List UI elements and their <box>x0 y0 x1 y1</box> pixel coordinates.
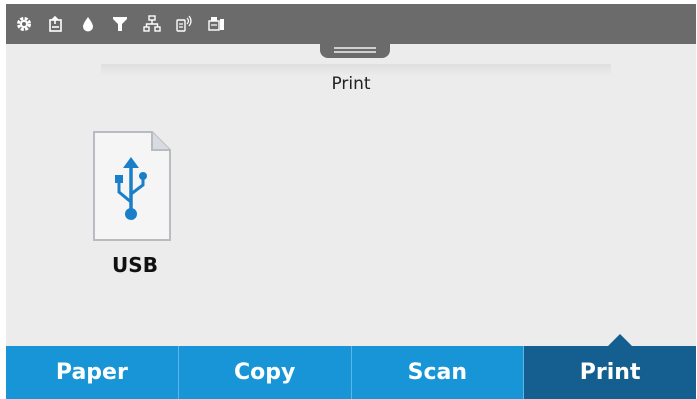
handle-line <box>334 51 376 53</box>
status-drawer-handle[interactable] <box>320 44 390 58</box>
tab-scan[interactable]: Scan <box>351 346 525 399</box>
usb-source-button[interactable]: USB <box>80 124 190 284</box>
tab-paper[interactable]: Paper <box>6 346 179 399</box>
usb-label: USB <box>112 253 158 277</box>
active-tab-pointer <box>608 334 632 346</box>
printer-status-icon[interactable] <box>206 14 226 34</box>
page-title: Print <box>331 74 371 94</box>
gear-icon[interactable] <box>14 14 34 34</box>
copy-status-icon[interactable] <box>46 14 66 34</box>
status-bar <box>6 4 696 44</box>
ink-icon[interactable] <box>78 14 98 34</box>
wifi-direct-icon[interactable] <box>174 14 194 34</box>
usb-icon <box>88 128 174 248</box>
tab-copy[interactable]: Copy <box>178 346 352 399</box>
paper-funnel-icon[interactable] <box>110 14 130 34</box>
handle-line <box>334 47 376 49</box>
tab-print[interactable]: Print <box>524 346 696 399</box>
bottom-tab-bar: Paper Copy Scan Print <box>6 346 696 399</box>
network-icon[interactable] <box>142 14 162 34</box>
printer-screen: Print USB Paper Copy Scan Print <box>6 4 696 399</box>
